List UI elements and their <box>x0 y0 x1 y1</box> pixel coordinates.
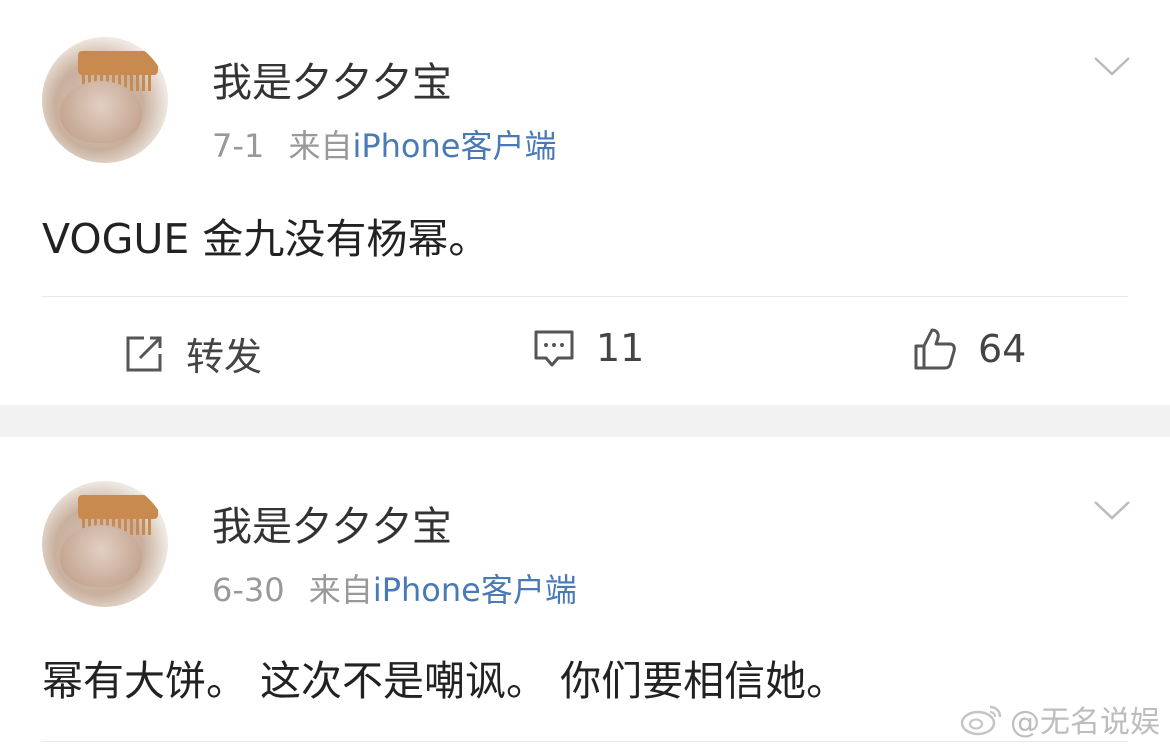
post-meta: 6-30 来自iPhone客户端 <box>212 565 577 611</box>
like-button[interactable]: 64 <box>912 326 1026 372</box>
source-link[interactable]: iPhone客户端 <box>373 571 577 609</box>
hamster-shape <box>60 81 142 143</box>
username[interactable]: 我是夕夕夕宝 <box>212 50 452 108</box>
repost-label: 转发 <box>186 335 263 379</box>
comment-button[interactable]: 11 <box>532 326 644 370</box>
like-count: 64 <box>978 327 1027 371</box>
post-separator <box>0 405 1170 437</box>
source-prefix: 来自 <box>308 571 373 609</box>
repost-icon <box>126 336 162 371</box>
comment-icon <box>534 330 574 367</box>
post-date: 6-30 <box>212 571 285 609</box>
post-card: 我是夕夕夕宝 7-1 来自iPhone客户端 VOGUE 金九没有杨幂。 转发 … <box>0 0 1170 405</box>
source-link[interactable]: iPhone客户端 <box>352 127 556 165</box>
divider <box>42 296 1128 297</box>
post-meta: 7-1 来自iPhone客户端 <box>212 121 556 167</box>
chevron-down-icon[interactable] <box>1092 54 1132 78</box>
post-date: 7-1 <box>212 127 265 165</box>
username[interactable]: 我是夕夕夕宝 <box>212 494 452 552</box>
comb-shape <box>78 51 158 75</box>
repost-button[interactable]: 转发 <box>122 326 262 381</box>
comment-count: 11 <box>596 326 645 370</box>
post-content: 幂有大饼。 这次不是嘲讽。 你们要相信她。 <box>42 657 848 705</box>
source-prefix: 来自 <box>288 127 353 165</box>
divider <box>42 741 1128 742</box>
like-icon <box>914 328 956 370</box>
comb-shape <box>78 495 158 519</box>
avatar[interactable] <box>42 481 168 607</box>
chevron-down-icon[interactable] <box>1092 498 1132 522</box>
avatar[interactable] <box>42 37 168 163</box>
watermark-text: @无名说娱 <box>1010 705 1160 740</box>
hamster-shape <box>60 525 142 587</box>
watermark: @无名说娱 <box>960 697 1160 741</box>
weibo-icon <box>960 705 1002 736</box>
post-content: VOGUE 金九没有杨幂。 <box>42 215 490 263</box>
